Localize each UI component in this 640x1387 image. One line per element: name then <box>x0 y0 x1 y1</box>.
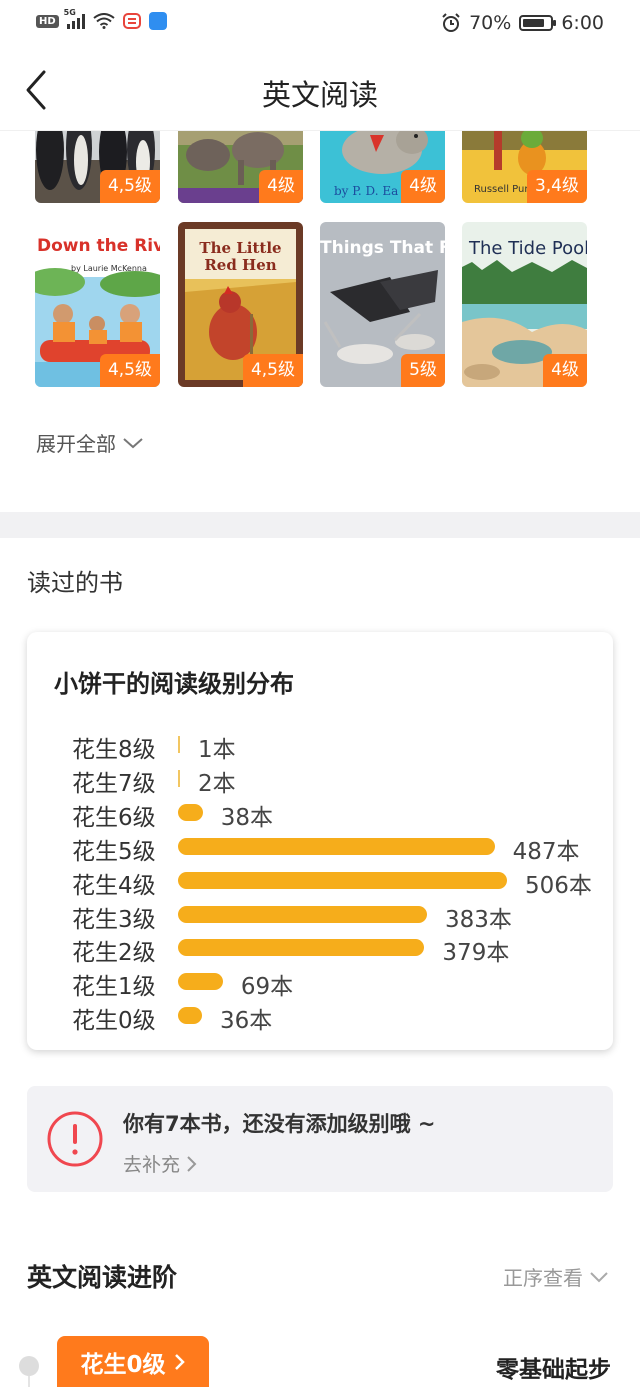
level-label: 花生8级 <box>72 737 156 763</box>
hd-indicator: HD <box>36 14 59 28</box>
status-right: 70% 6:00 <box>441 12 604 34</box>
level-count: 1本 <box>198 737 236 763</box>
distribution-row: 花生6级 38本 <box>27 796 613 831</box>
battery-percent: 70% <box>469 12 512 34</box>
cellular-signal-icon: 5G <box>64 8 85 29</box>
level-badge: 3,4级 <box>526 170 587 203</box>
section-divider <box>0 512 640 538</box>
level-chip-label: 花生0级 <box>80 1351 166 1378</box>
timeline-dot <box>19 1356 39 1376</box>
distribution-row: 花生3级 383本 <box>27 898 613 933</box>
notice-message: 你有7本书，还没有添加级别哦 ~ <box>123 1112 436 1136</box>
level-badge: 4级 <box>259 170 303 203</box>
chevron-right-icon <box>187 1155 197 1172</box>
battery-icon <box>519 15 557 31</box>
level-count: 38本 <box>220 804 273 831</box>
level-bar <box>178 939 425 957</box>
level-bar <box>178 803 203 821</box>
distribution-row: 花生2级 379本 <box>27 931 613 967</box>
network-type-label: 5G <box>63 8 76 17</box>
level-badge: 4级 <box>401 170 445 203</box>
book-card[interactable]: The Little Red Hen 4,5级 <box>178 222 303 387</box>
level-label: 花生7级 <box>72 770 156 797</box>
level-count: 487本 <box>512 838 580 865</box>
level-bar <box>178 769 180 787</box>
reading-progression-title: 英文阅读进阶 <box>27 1263 178 1292</box>
level-count: 506本 <box>525 872 592 899</box>
level-badge: 4,5级 <box>99 170 160 203</box>
level-count: 379本 <box>442 940 510 967</box>
distribution-row: 花生1级 69本 <box>27 965 613 1001</box>
level-badge: 4级 <box>543 354 587 387</box>
expand-all-button[interactable]: 展开全部 <box>36 428 144 457</box>
chevron-down-icon <box>123 437 143 448</box>
cloud-app-icon <box>148 12 167 30</box>
distribution-title: 小饼干的阅读级别分布 <box>54 670 294 698</box>
book-card[interactable]: The Tide Pool 4级 <box>462 222 587 387</box>
book-title: The Tide Pool <box>469 238 587 259</box>
level-bar <box>178 1007 202 1025</box>
exclamation-circle-icon <box>47 1111 103 1167</box>
book-card[interactable]: Down the River by Laurie McKenna 4,5级 <box>35 222 160 387</box>
level-description: 零基础起步 <box>496 1357 611 1383</box>
level-badge: 4,5级 <box>99 354 160 387</box>
missing-level-notice[interactable]: 你有7本书，还没有添加级别哦 ~ 去补充 <box>27 1086 613 1192</box>
distribution-row: 花生7级 2本 <box>27 762 613 797</box>
wifi-icon <box>93 13 115 29</box>
top-nav-bar: 英文阅读 <box>0 50 640 131</box>
level-label: 花生5级 <box>72 838 156 865</box>
level-label: 花生2级 <box>72 940 156 967</box>
level-count: 383本 <box>445 906 512 933</box>
sort-order-label: 正序查看 <box>503 1266 583 1290</box>
level-label: 花生0级 <box>72 1008 156 1035</box>
level-count: 2本 <box>198 770 236 797</box>
distribution-row: 花生8级 1本 <box>27 728 613 763</box>
level-label: 花生3级 <box>72 906 156 933</box>
book-card[interactable]: Things That Fly 5级 <box>320 222 445 387</box>
timeline-line <box>28 1376 30 1387</box>
reading-level-distribution-card: 小饼干的阅读级别分布 花生8级 1本 花生7级 2本 花生6级 38本 花生5级 487本 花生… <box>27 632 613 1050</box>
level-bar <box>178 837 495 855</box>
level-label: 花生4级 <box>72 872 156 899</box>
sort-order-dropdown[interactable]: 正序查看 <box>503 1262 609 1291</box>
distribution-row: 花生5级 487本 <box>27 830 613 865</box>
level-badge: 4,5级 <box>242 354 303 387</box>
level-label: 花生6级 <box>72 804 156 831</box>
book-title: Down the River <box>37 236 160 256</box>
distribution-row: 花生0级 36本 <box>27 999 613 1035</box>
level-chip-button[interactable]: 花生0级 <box>57 1336 209 1387</box>
add-level-label: 去补充 <box>123 1154 181 1176</box>
level-bar <box>178 871 507 889</box>
chevron-right-icon <box>174 1353 185 1370</box>
level-label: 花生1级 <box>72 974 156 1001</box>
book-title: Things That Fly <box>320 238 445 258</box>
level-bar <box>178 736 180 753</box>
alarm-icon <box>442 13 460 32</box>
level-count: 36本 <box>220 1008 273 1035</box>
level-bar <box>178 973 223 991</box>
notification-app-icon <box>122 13 141 29</box>
status-left: HD 5G <box>36 8 167 30</box>
level-badge: 5级 <box>401 354 445 387</box>
expand-all-label: 展开全部 <box>36 432 116 456</box>
distribution-row: 花生4级 506本 <box>27 864 613 899</box>
page-title: 英文阅读 <box>261 78 378 112</box>
status-bar: HD 5G 70% 6:00 <box>0 0 640 50</box>
level-count: 69本 <box>240 974 294 1001</box>
level-bar <box>178 905 428 923</box>
read-books-heading: 读过的书 <box>27 569 123 597</box>
add-level-link[interactable]: 去补充 <box>123 1150 198 1177</box>
book-author: by Laurie McKenna <box>71 264 147 273</box>
clock: 6:00 <box>561 12 604 34</box>
chevron-down-icon <box>590 1271 608 1282</box>
book-title: The Little Red Hen <box>199 239 282 274</box>
